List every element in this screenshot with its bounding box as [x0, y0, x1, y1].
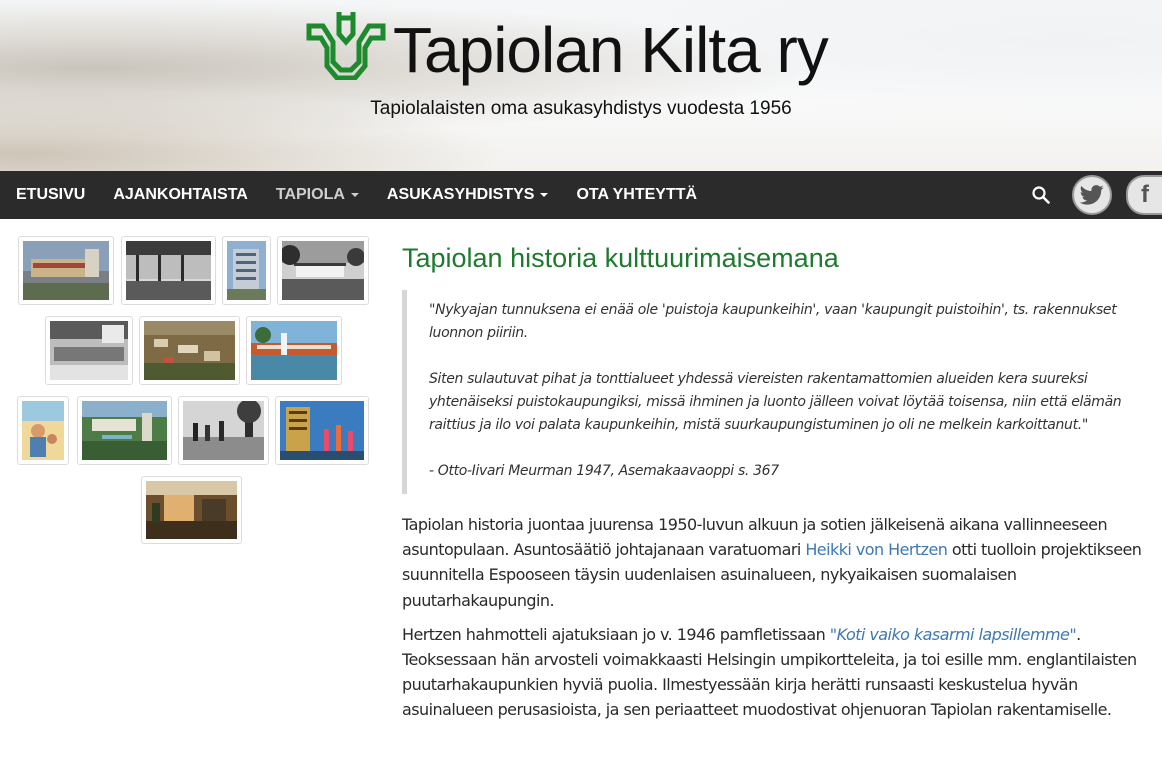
nav-item-tapiola[interactable]: TAPIOLA: [262, 171, 373, 219]
gallery-thumbnail[interactable]: [141, 476, 242, 544]
photo-postcard-tapiola: [82, 401, 167, 460]
article-body: Tapiolan historia juontaa juurensa 1950-…: [402, 512, 1142, 732]
facebook-icon: f: [1141, 181, 1149, 208]
gallery-thumbnail[interactable]: [77, 396, 172, 465]
photo-pool-bw: [50, 321, 128, 380]
site-tagline: Tapiolalaisten oma asukasyhdistys vuodes…: [370, 98, 792, 119]
search-icon: [1032, 186, 1050, 204]
nav-item-label: ASUKASYHDISTYS: [386, 186, 535, 203]
twitter-icon: [1080, 185, 1104, 205]
gallery-thumbnail[interactable]: [275, 396, 369, 465]
photo-fountain-color: [251, 321, 337, 380]
nav-item-ota-yhteytta[interactable]: OTA YHTEYTTÄ: [562, 171, 711, 219]
photo-tower: [227, 241, 266, 300]
photo-shopping-center: [23, 241, 109, 300]
nav-item-label: ETUSIVU: [16, 186, 86, 203]
gallery-thumbnail[interactable]: [178, 396, 269, 465]
gallery-thumbnail[interactable]: [277, 236, 369, 305]
photo-mall-interior: [146, 481, 237, 539]
caret-down-icon: [350, 192, 359, 197]
twitter-button[interactable]: [1072, 175, 1112, 215]
nav-actions: f: [1026, 171, 1162, 219]
site-header: Tapiolan Kilta ry Tapiolalaisten oma asu…: [0, 0, 1162, 171]
article-paragraph: Tapiolan historia juontaa juurensa 1950-…: [402, 512, 1142, 613]
article-title: Tapiolan historia kulttuurimaisemana: [402, 243, 839, 273]
search-button[interactable]: [1026, 180, 1056, 210]
nav-item-label: AJANKOHTAISTA: [113, 186, 248, 203]
photo-aerial-view: [144, 321, 235, 380]
article: Tapiolan historia kulttuurimaisemana "Ny…: [402, 240, 1142, 719]
main-navbar: ETUSIVU AJANKOHTAISTA TAPIOLA ASUKASYHDI…: [0, 171, 1162, 219]
article-quote: "Nykyajan tunnuksena ei enää ole 'puisto…: [402, 290, 1122, 494]
nav-item-asukasyhdistys[interactable]: ASUKASYHDISTYS: [373, 171, 563, 219]
link-koti-vaiko-kasarmi[interactable]: "Koti vaiko kasarmi lapsillemme": [830, 625, 1077, 644]
quote-paragraph: Siten sulautuvat pihat ja tonttialueet y…: [429, 371, 1122, 433]
tapiolan-kilta-logo[interactable]: [305, 8, 387, 80]
photo-house-bw: [280, 241, 365, 300]
facebook-button[interactable]: f: [1126, 175, 1162, 215]
photo-people-bw: [183, 399, 264, 460]
gallery-thumbnail[interactable]: [18, 236, 114, 305]
gallery-thumbnail[interactable]: [121, 236, 216, 305]
quote-paragraph: "Nykyajan tunnuksena ei enää ole 'puisto…: [429, 302, 1117, 341]
gallery-thumbnail[interactable]: [45, 316, 133, 385]
gallery-thumbnail[interactable]: [139, 316, 240, 385]
photo-interior-bw: [126, 241, 211, 300]
gallery-thumbnail[interactable]: [246, 316, 342, 385]
caret-down-icon: [540, 192, 549, 197]
article-paragraph: Hertzen hahmotteli ajatuksiaan jo v. 194…: [402, 622, 1142, 723]
paragraph-text: Hertzen hahmotteli ajatuksiaan jo v. 194…: [402, 624, 830, 644]
gallery-thumbnail[interactable]: [17, 396, 69, 465]
nav-item-label: OTA YHTEYTTÄ: [576, 186, 698, 203]
nav-item-ajankohtaista[interactable]: AJANKOHTAISTA: [99, 171, 262, 219]
photo-fountains-night: [280, 401, 364, 460]
nav-item-etusivu[interactable]: ETUSIVU: [0, 171, 99, 219]
quote-attribution: - Otto-Iivari Meurman 1947, Asemakaavaop…: [429, 463, 779, 479]
photo-illustration-people: [22, 401, 64, 460]
gallery-thumbnail[interactable]: [222, 236, 271, 305]
link-heikki-von-hertzen[interactable]: Heikki von Hertzen: [805, 540, 948, 559]
nav-item-label: TAPIOLA: [275, 186, 345, 203]
site-title[interactable]: Tapiolan Kilta ry: [393, 12, 829, 88]
